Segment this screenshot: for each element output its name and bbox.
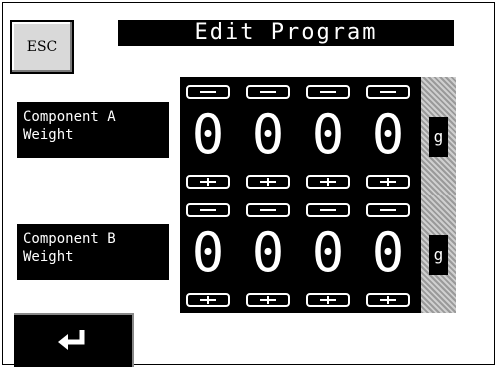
digit-4-value: 0 (371, 103, 405, 166)
digit-4-minus-button[interactable] (366, 203, 410, 217)
digit-3-value: 0 (311, 103, 345, 166)
digit-3-plus-button[interactable] (306, 293, 350, 307)
enter-return-icon (58, 330, 85, 350)
component-a-weight-editor: 0 0 0 0 g (180, 77, 456, 195)
digit-column: 0 (180, 77, 236, 195)
digit-2-value: 0 (251, 221, 285, 284)
unit-label: g (429, 117, 448, 157)
digit-2-minus-button[interactable] (246, 85, 290, 99)
component-b-weight-editor: 0 0 0 0 g (180, 195, 456, 313)
digit-3-minus-button[interactable] (306, 203, 350, 217)
digit-2-plus-button[interactable] (246, 175, 290, 189)
component-b-label: Component B Weight (17, 224, 169, 280)
digit-1-plus-button[interactable] (186, 175, 230, 189)
digit-3-plus-button[interactable] (306, 175, 350, 189)
digit-2-plus-button[interactable] (246, 293, 290, 307)
page-title: Edit Program (118, 20, 454, 46)
digit-2-minus-button[interactable] (246, 203, 290, 217)
enter-button[interactable] (14, 313, 134, 367)
digit-4-plus-button[interactable] (366, 175, 410, 189)
digit-column: 0 (240, 77, 296, 195)
digit-4-minus-button[interactable] (366, 85, 410, 99)
component-a-label: Component A Weight (17, 102, 169, 158)
digit-column: 0 (360, 77, 416, 195)
digit-column: 0 (360, 195, 416, 313)
digit-column: 0 (240, 195, 296, 313)
digit-1-value: 0 (191, 103, 225, 166)
digit-1-minus-button[interactable] (186, 203, 230, 217)
digit-column: 0 (180, 195, 236, 313)
digit-column: 0 (300, 77, 356, 195)
digit-1-plus-button[interactable] (186, 293, 230, 307)
unit-panel: g (421, 195, 456, 313)
digit-4-value: 0 (371, 221, 405, 284)
digit-3-minus-button[interactable] (306, 85, 350, 99)
digit-2-value: 0 (251, 103, 285, 166)
unit-panel: g (421, 77, 456, 195)
digit-1-value: 0 (191, 221, 225, 284)
digit-1-minus-button[interactable] (186, 85, 230, 99)
digit-3-value: 0 (311, 221, 345, 284)
digit-column: 0 (300, 195, 356, 313)
digit-4-plus-button[interactable] (366, 293, 410, 307)
esc-button[interactable]: ESC (10, 20, 74, 74)
esc-label: ESC (26, 39, 58, 55)
unit-label: g (429, 235, 448, 275)
